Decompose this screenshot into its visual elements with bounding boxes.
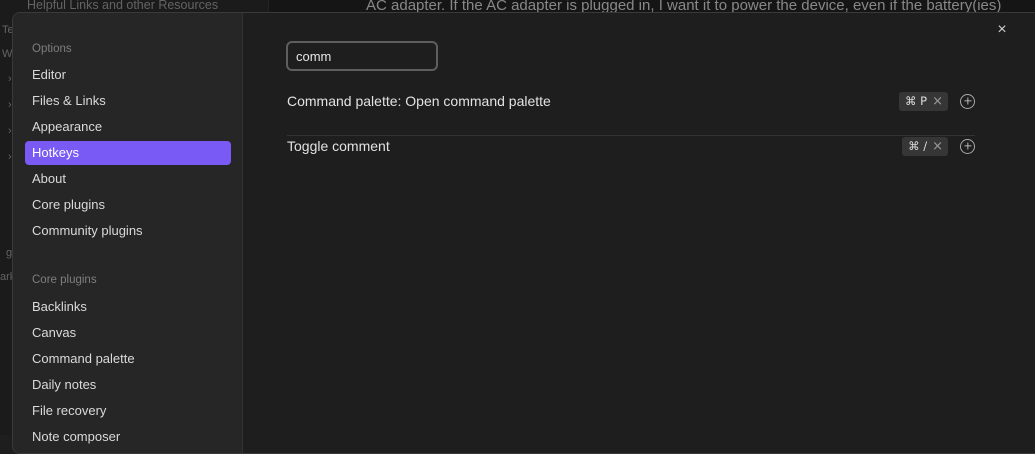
nav-item-backlinks[interactable]: Backlinks	[25, 295, 231, 319]
add-hotkey-icon[interactable]	[960, 93, 975, 109]
hotkey-search-input[interactable]	[286, 41, 438, 71]
nav-item-appearance[interactable]: Appearance	[25, 115, 231, 139]
nav-item-note-composer[interactable]: Note composer	[25, 425, 231, 449]
hotkey-row: Command palette: Open command palette ⌘ …	[287, 91, 975, 136]
hotkey-badge[interactable]: ⌘ / ×	[902, 136, 948, 156]
settings-sidebar: Options Editor Files & Links Appearance …	[13, 13, 243, 453]
core-plugins-section-title: Core plugins	[32, 274, 97, 286]
nav-item-files-links[interactable]: Files & Links	[25, 89, 231, 113]
close-icon[interactable]: ×	[993, 21, 1011, 39]
hotkey-command-name: Command palette: Open command palette	[287, 93, 551, 109]
nav-item-hotkeys[interactable]: Hotkeys	[25, 141, 231, 165]
hotkey-badge[interactable]: ⌘ P ×	[899, 91, 948, 111]
settings-modal: Options Editor Files & Links Appearance …	[12, 12, 1035, 454]
nav-item-core-plugins[interactable]: Core plugins	[25, 193, 231, 217]
hotkey-controls: ⌘ / ×	[902, 136, 975, 156]
nav-item-community-plugins[interactable]: Community plugins	[25, 219, 231, 243]
nav-item-editor[interactable]: Editor	[25, 63, 231, 87]
hotkey-controls: ⌘ P ×	[899, 91, 975, 111]
nav-item-canvas[interactable]: Canvas	[25, 321, 231, 345]
options-section-title: Options	[32, 43, 72, 55]
remove-hotkey-icon[interactable]: ×	[932, 95, 943, 108]
hotkey-key-label: ⌘ P	[905, 94, 928, 108]
remove-hotkey-icon[interactable]: ×	[932, 140, 943, 153]
hotkey-command-name: Toggle comment	[287, 138, 390, 154]
add-hotkey-icon[interactable]	[960, 138, 975, 154]
nav-item-daily-notes[interactable]: Daily notes	[25, 373, 231, 397]
hotkey-row: Toggle comment ⌘ / ×	[287, 136, 975, 180]
nav-item-about[interactable]: About	[25, 167, 231, 191]
nav-item-command-palette[interactable]: Command palette	[25, 347, 231, 371]
nav-item-file-recovery[interactable]: File recovery	[25, 399, 231, 423]
hotkey-key-label: ⌘ /	[908, 139, 928, 153]
